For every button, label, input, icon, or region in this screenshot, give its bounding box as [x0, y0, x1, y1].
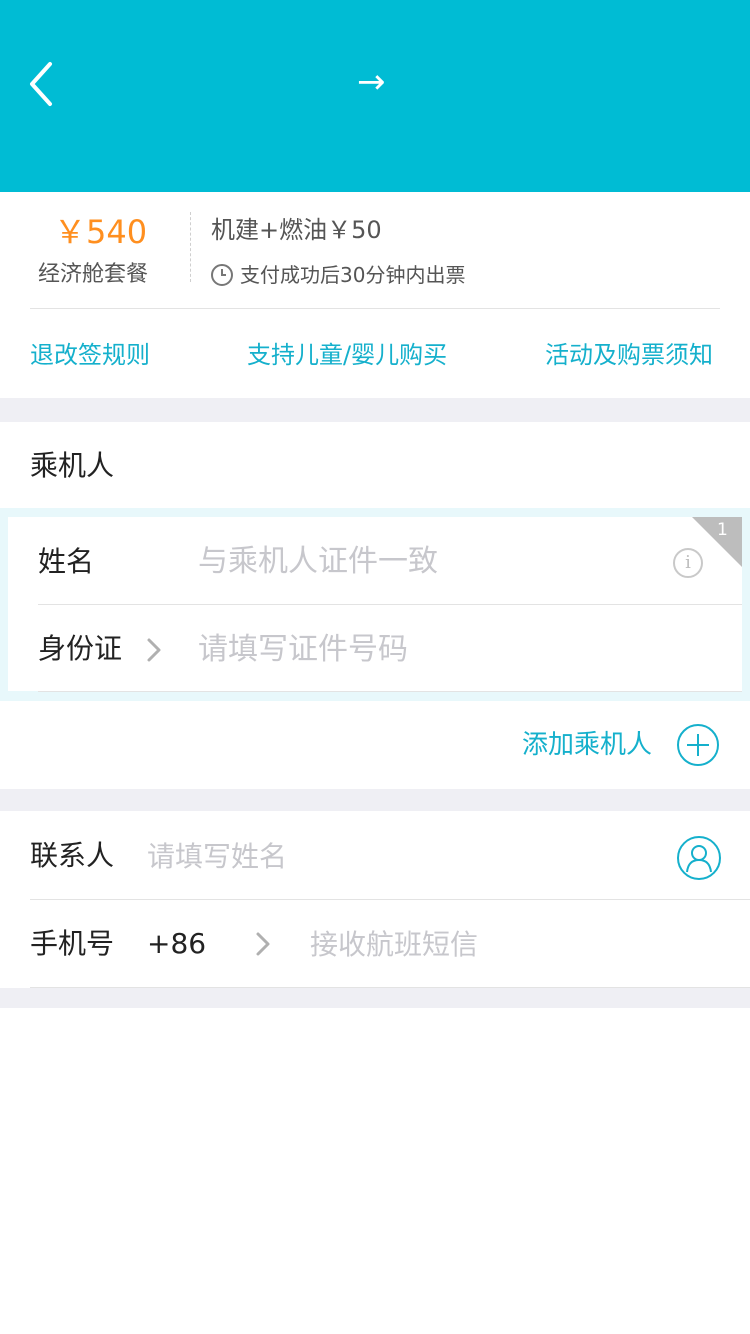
divider: [190, 212, 191, 282]
fare-package: 经济舱套餐: [38, 262, 149, 287]
contact-book-icon[interactable]: [677, 836, 721, 880]
contact-name-input[interactable]: [147, 836, 627, 876]
passenger-name-input[interactable]: [198, 541, 648, 581]
person-icon: [686, 845, 712, 873]
section-gap: [0, 988, 750, 1008]
passenger-index-number: 1: [717, 520, 728, 540]
section-gap: [0, 398, 750, 422]
phone-number-input[interactable]: [310, 924, 710, 964]
phone-label: 手机号: [30, 927, 115, 960]
chevron-right-icon[interactable]: [145, 637, 163, 663]
id-type-label[interactable]: 身份证: [38, 631, 122, 667]
fare-price: ￥540: [54, 213, 148, 251]
id-number-input[interactable]: [198, 629, 698, 669]
activity-notice-link[interactable]: 活动及购票须知: [545, 338, 713, 372]
divider: [38, 691, 742, 692]
name-label: 姓名: [38, 545, 95, 578]
refund-rules-link[interactable]: 退改签规则: [30, 338, 150, 372]
divider: [38, 604, 742, 605]
issue-note-text: 支付成功后30分钟内出票: [240, 263, 466, 287]
issue-note: 支付成功后30分钟内出票: [211, 260, 465, 290]
contact-label: 联系人: [30, 839, 115, 872]
clock-icon: [211, 264, 233, 286]
add-circle-icon[interactable]: [677, 724, 719, 766]
country-code[interactable]: +86: [147, 926, 206, 962]
chevron-left-icon: [30, 62, 52, 106]
route-arrow: →: [357, 62, 386, 102]
info-icon[interactable]: i: [673, 548, 703, 578]
child-infant-link[interactable]: 支持儿童/婴儿购买: [247, 338, 447, 372]
chevron-right-icon[interactable]: [254, 931, 272, 957]
tax-fee: 机建+燃油￥50: [211, 216, 382, 244]
passenger-section-title: 乘机人: [30, 449, 115, 482]
divider: [30, 899, 750, 900]
section-gap: [0, 789, 750, 811]
back-button[interactable]: [22, 56, 70, 112]
add-passenger-button[interactable]: 添加乘机人: [522, 727, 652, 763]
divider: [30, 308, 720, 309]
